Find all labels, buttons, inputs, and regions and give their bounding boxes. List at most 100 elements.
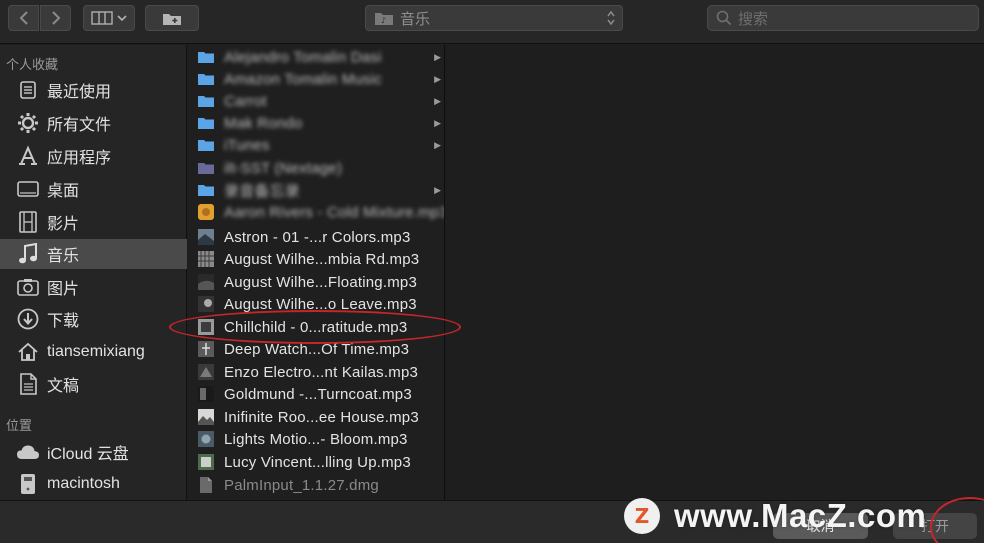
sidebar-item-label: 所有文件 [47,117,112,134]
watermark-text: www.MacZ.com [674,497,927,534]
sidebar-item-label: 应用程序 [47,150,112,167]
movies-icon [16,210,40,234]
sidebar-item-music[interactable]: 音乐 [0,239,187,269]
list-item[interactable]: August Wilhe...mbia Rd.mp3 [188,248,444,270]
list-item[interactable]: Aaron Rivers - Cold Mixture.mp3 [188,201,445,223]
album-art-icon [198,454,214,470]
file-name: Astron - 01 -...r Colors.mp3 [224,228,411,246]
list-item[interactable]: Alejandro Tomalin Dasi ▶ [188,46,444,68]
sidebar-item-label: macintosh [47,475,120,492]
location-popup[interactable]: ♪ 音乐 [365,5,623,31]
music-folder-icon: ♪ [375,13,393,25]
locations-section-title: 位置 [6,418,33,433]
sidebar-item-label: 音乐 [47,248,80,265]
list-item[interactable]: Lucy Vincent...lling Up.mp3 [188,451,444,473]
sidebar-item-label: 图片 [47,281,80,298]
sidebar-item-all-files[interactable]: 所有文件 [0,108,187,138]
sidebar-item-movies[interactable]: 影片 [0,207,187,237]
sidebar-item-icloud[interactable]: iCloud 云盘 [0,437,187,467]
disclosure-arrow-icon: ▶ [434,51,441,62]
all-files-icon [16,111,40,135]
folder-icon [198,52,214,63]
documents-icon [16,372,40,396]
list-item[interactable]: ilt-SST (Nextage) [188,157,444,179]
forward-button[interactable] [40,5,71,31]
search-field[interactable]: 搜索 [707,5,979,31]
file-name: August Wilhe...Floating.mp3 [224,273,417,291]
new-folder-button[interactable] [145,5,199,31]
file-name: PalmInput_1.1.27.dmg [224,476,379,494]
sidebar-item-label: 文稿 [47,378,80,395]
sidebar: 个人收藏 最近使用 所有文件 应用程序 桌面 影片 音乐 图片 下载 tians… [0,45,187,500]
sidebar-item-documents[interactable]: 文稿 [0,369,187,399]
list-item[interactable]: 录音备忘录 ▶ [188,179,444,201]
disclosure-arrow-icon: ▶ [434,95,441,106]
folder-icon [198,74,214,85]
list-item[interactable]: Mak Rondo ▶ [188,112,444,134]
pictures-icon [16,275,40,299]
file-name: Inifinite Roo...ee House.mp3 [224,408,419,426]
chevron-down-icon [117,15,127,22]
album-art-icon [198,229,214,245]
list-item[interactable]: Lights Motio...- Bloom.mp3 [188,428,444,450]
file-name: Carrot [224,92,267,110]
file-name: Lights Motio...- Bloom.mp3 [224,430,408,448]
list-item[interactable]: Goldmund -...Turncoat.mp3 [188,383,444,405]
file-name: Enzo Electro...nt Kailas.mp3 [224,363,419,381]
album-art-icon [198,341,214,357]
sidebar-item-label: tiansemixiang [47,343,145,360]
sidebar-item-label: 桌面 [47,183,80,200]
file-name: Amazon Tomalin Music [224,70,382,88]
favorites-section-title: 个人收藏 [6,57,59,72]
album-art-icon [198,204,214,220]
file-name: Lucy Vincent...lling Up.mp3 [224,453,411,471]
file-name: Mak Rondo [224,114,303,132]
icloud-icon [16,440,40,464]
back-button[interactable] [8,5,39,31]
album-art-icon [198,386,214,402]
sidebar-item-desktop[interactable]: 桌面 [0,174,187,204]
music-icon [16,242,40,266]
album-art-icon [198,296,214,312]
file-name: 录音备忘录 [224,182,301,200]
view-mode-button[interactable] [83,5,135,31]
sidebar-item-downloads[interactable]: 下载 [0,304,187,334]
folder-icon [198,118,214,129]
disclosure-arrow-icon: ▶ [434,117,441,128]
list-item[interactable]: Amazon Tomalin Music ▶ [188,68,444,90]
preview-column [446,45,984,500]
list-item[interactable]: Enzo Electro...nt Kailas.mp3 [188,361,444,383]
disk-icon [16,472,40,496]
sidebar-item-macintosh[interactable]: macintosh [0,469,187,499]
alias-folder-icon [198,163,214,174]
list-item[interactable]: PalmInput_1.1.27.dmg [188,474,444,496]
chevron-right-icon [51,11,60,25]
highlight-ring [169,310,461,344]
list-item[interactable]: iTunes ▶ [188,134,444,156]
file-name: August Wilhe...mbia Rd.mp3 [224,250,420,268]
list-item[interactable]: Carrot ▶ [188,90,444,112]
chevron-left-icon [19,11,28,25]
sidebar-item-recents[interactable]: 最近使用 [0,75,187,105]
folder-icon [198,140,214,151]
sidebar-item-label: 影片 [47,216,80,233]
up-down-chevron-icon [607,10,615,26]
list-item[interactable]: Astron - 01 -...r Colors.mp3 [188,226,444,248]
search-icon [716,10,732,26]
sidebar-item-applications[interactable]: 应用程序 [0,141,187,171]
search-placeholder: 搜索 [738,10,769,28]
disk-image-icon [200,477,212,493]
list-item[interactable]: Inifinite Roo...ee House.mp3 [188,406,444,428]
home-icon [16,340,40,364]
album-art-icon [198,251,214,267]
album-art-icon [198,431,214,447]
folder-icon [198,96,214,107]
new-folder-icon [163,13,181,25]
folder-icon [198,185,214,196]
file-name: Aaron Rivers - Cold Mixture.mp3 [224,203,445,221]
sidebar-item-pictures[interactable]: 图片 [0,272,187,302]
disclosure-arrow-icon: ▶ [434,184,441,195]
list-item[interactable]: August Wilhe...Floating.mp3 [188,271,444,293]
sidebar-item-home[interactable]: tiansemixiang [0,337,187,367]
album-art-icon [198,364,214,380]
